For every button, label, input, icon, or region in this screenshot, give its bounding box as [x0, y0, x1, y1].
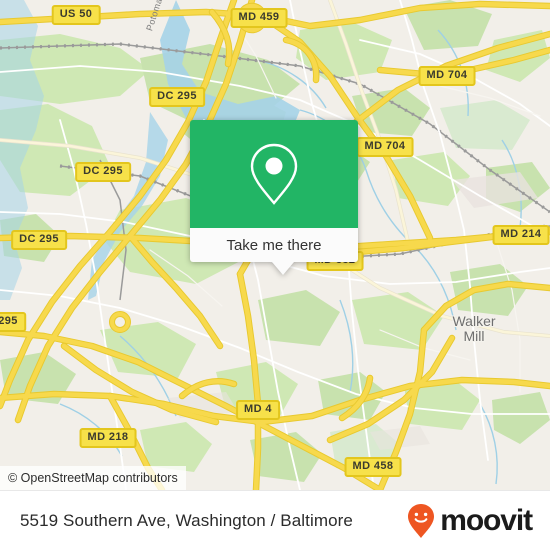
moovit-wordmark: moovit: [440, 503, 533, 537]
moovit-smiling-pin-icon: [408, 503, 435, 538]
take-me-there-label: Take me there: [226, 236, 322, 254]
osm-attribution-label: © OpenStreetMap contributors: [8, 471, 178, 485]
moovit-map-screenshot: .park { fill:#cfe8b4; } .park2 { fill:#d…: [0, 0, 550, 550]
highway-shield-md-214[interactable]: MD 214: [492, 225, 550, 245]
highway-shield-md-218[interactable]: MD 218: [79, 428, 137, 448]
highway-shield-us-50[interactable]: US 50: [51, 5, 101, 25]
highway-shield-dc-295-north[interactable]: DC 295: [149, 87, 205, 107]
take-me-there-button[interactable]: Take me there: [190, 228, 358, 262]
footer-bar: 5519 Southern Ave, Washington / Baltimor…: [0, 490, 550, 550]
highway-shield-md-458[interactable]: MD 458: [344, 457, 402, 477]
highway-shield-md-459[interactable]: MD 459: [230, 8, 288, 28]
popup-header: [190, 120, 358, 228]
highway-shield-295-clipped[interactable]: 295: [0, 312, 26, 332]
popup-tail: [272, 262, 294, 275]
highway-shield-dc-295-west[interactable]: DC 295: [11, 230, 67, 250]
highway-shield-md-4[interactable]: MD 4: [236, 400, 280, 420]
highway-shield-md-704-south[interactable]: MD 704: [356, 137, 414, 157]
map-canvas[interactable]: .park { fill:#cfe8b4; } .park2 { fill:#d…: [0, 0, 550, 490]
osm-attribution[interactable]: © OpenStreetMap contributors: [0, 466, 186, 490]
highway-shield-dc-295-mid[interactable]: DC 295: [75, 162, 131, 182]
address-title: 5519 Southern Ave, Washington / Baltimor…: [20, 510, 353, 530]
highway-shield-md-704-north[interactable]: MD 704: [418, 66, 476, 86]
moovit-logo[interactable]: moovit: [406, 503, 533, 539]
destination-popup-card[interactable]: Take me there: [190, 120, 358, 275]
map-pin-icon: [250, 143, 298, 205]
